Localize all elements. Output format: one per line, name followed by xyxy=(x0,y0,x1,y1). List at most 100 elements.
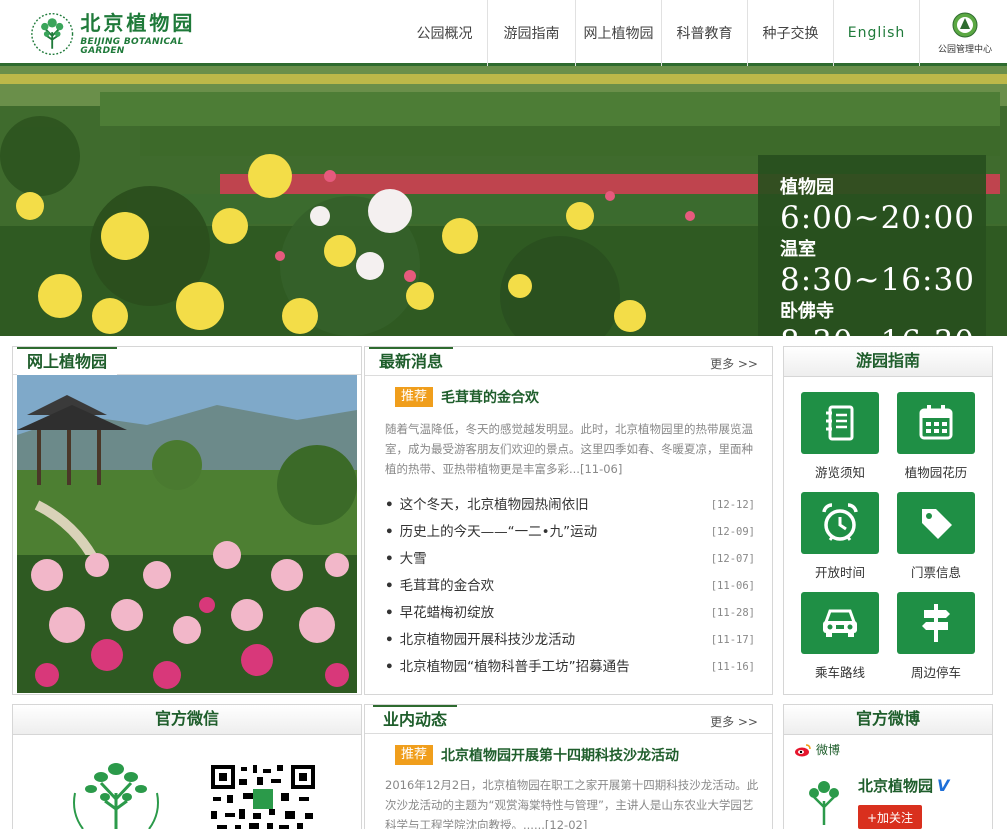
latest-news-title[interactable]: 最新消息 xyxy=(369,347,454,375)
online-garden-title[interactable]: 网上植物园 xyxy=(17,347,118,375)
panel-divider xyxy=(365,375,772,376)
news-feature-title[interactable]: 毛茸茸的金合欢 xyxy=(441,387,539,407)
news-list-item[interactable]: • 这个冬天，北京植物园热闹依旧 [12-12] xyxy=(385,492,755,519)
industry-feature-excerpt: 2016年12月2日，北京植物园在职工之家开展第十四期科技沙龙活动。此次沙龙活动… xyxy=(385,778,759,829)
news-more-link[interactable]: 更多 >> xyxy=(710,355,758,372)
follow-button[interactable]: +加关注 xyxy=(858,805,922,829)
weibo-icon xyxy=(795,743,811,756)
nav-online-garden[interactable]: 网上植物园 xyxy=(576,0,662,66)
industry-news-panel: 业内动态 更多 >> 推荐 北京植物园开展第十四期科技沙龙活动 2016年12月… xyxy=(364,704,773,829)
news-item-title[interactable]: 历史上的今天——“一二•九”运动 xyxy=(400,524,597,540)
guide-button[interactable] xyxy=(801,392,879,454)
guide-button[interactable] xyxy=(897,492,975,554)
nav-visit-guide[interactable]: 游园指南 xyxy=(488,0,576,66)
tree-logo-icon xyxy=(31,12,74,56)
guide-label[interactable]: 乘车路线 xyxy=(815,662,865,681)
nav-park-overview[interactable]: 公园概况 xyxy=(402,0,488,66)
official-wechat-panel: 官方微信 xyxy=(12,704,362,829)
news-list-item[interactable]: • 历史上的今天——“一二•九”运动 [12-09] xyxy=(385,519,755,546)
news-item-date: [11-06] xyxy=(710,580,755,592)
news-item-date: [11-17] xyxy=(710,634,755,646)
hero-banner[interactable]: 植物园 6:00~20:00 温室 8:30~16:30 卧佛寺 8:30~16… xyxy=(0,66,1007,336)
guide-button[interactable] xyxy=(897,392,975,454)
weibo-avatar[interactable] xyxy=(796,775,852,829)
logo-title-en: BEIJING BOTANICAL GARDEN xyxy=(80,36,184,56)
nav-science-education[interactable]: 科普教育 xyxy=(662,0,748,66)
list-bullet: • xyxy=(385,632,394,648)
hours-time-garden: 6:00~20:00 xyxy=(780,200,975,236)
official-weibo-panel: 官方微博 微博 北京植物园 V +加关注 xyxy=(783,704,993,829)
guide-label[interactable]: 植物园花历 xyxy=(905,462,968,481)
recommend-tag: 推荐 xyxy=(395,387,434,407)
guide-item-nearby-parking[interactable]: 周边停车 xyxy=(897,592,975,692)
guide-button[interactable] xyxy=(897,592,975,654)
industry-feature[interactable]: 推荐 北京植物园开展第十四期科技沙龙活动 xyxy=(395,745,679,765)
guide-item-bus-route[interactable]: 乘车路线 xyxy=(801,592,879,692)
industry-feature-title[interactable]: 北京植物园开展第十四期科技沙龙活动 xyxy=(441,745,679,765)
car-icon xyxy=(823,609,857,637)
hours-label-greenhouse: 温室 xyxy=(780,239,816,260)
hours-time-wofo-temple: 8:30~16:30 xyxy=(780,323,986,336)
guide-item-visit-notice[interactable]: 游览须知 xyxy=(801,392,879,492)
official-wechat-title: 官方微信 xyxy=(13,705,361,735)
guide-button[interactable] xyxy=(801,592,879,654)
guide-item-flower-calendar[interactable]: 植物园花历 xyxy=(897,392,975,492)
news-list-item[interactable]: • 北京植物园“植物科普手工坊”招募通告 [11-16] xyxy=(385,654,755,681)
visit-guide-title: 游园指南 xyxy=(784,347,992,377)
news-item-date: [11-16] xyxy=(710,661,755,673)
latest-news-panel: 最新消息 更多 >> 推荐 毛茸茸的金合欢 随着气温降低，冬天的感觉越发明显。此… xyxy=(364,346,773,695)
opening-hours-box: 植物园 6:00~20:00 温室 8:30~16:30 卧佛寺 8:30~16… xyxy=(758,155,986,336)
online-garden-panel: 网上植物园 xyxy=(12,346,362,695)
industry-news-title[interactable]: 业内动态 xyxy=(373,705,458,733)
notebook-icon xyxy=(826,405,854,441)
guide-item-ticket-info[interactable]: 门票信息 xyxy=(897,492,975,592)
news-item-date: [11-28] xyxy=(710,607,755,619)
guide-button[interactable] xyxy=(801,492,879,554)
list-bullet: • xyxy=(385,497,394,513)
list-bullet: • xyxy=(385,551,394,567)
guide-label[interactable]: 门票信息 xyxy=(911,562,961,581)
weibo-brand-label: 微博 xyxy=(816,743,841,757)
official-weibo-title: 官方微博 xyxy=(784,705,992,735)
guide-item-opening-hours[interactable]: 开放时间 xyxy=(801,492,879,592)
main-nav: 公园概况 游园指南 网上植物园 科普教育 种子交换 English 公园管理中心 xyxy=(402,0,1007,66)
park-admin-label: 公园管理中心 xyxy=(937,44,992,55)
industry-more-link[interactable]: 更多 >> xyxy=(710,713,758,730)
nav-seed-exchange[interactable]: 种子交换 xyxy=(748,0,834,66)
list-bullet: • xyxy=(385,659,394,675)
visit-guide-panel: 游园指南 游览须知 植物园花历 开放时间 门票信息 乘车路线 周边停车 xyxy=(783,346,993,695)
guide-label[interactable]: 开放时间 xyxy=(815,562,865,581)
news-list-item[interactable]: • 北京植物园开展科技沙龙活动 [11-17] xyxy=(385,627,755,654)
verified-v-icon: V xyxy=(937,776,950,795)
news-feature[interactable]: 推荐 毛茸茸的金合欢 xyxy=(395,387,539,407)
wechat-qr-code[interactable] xyxy=(209,763,317,829)
list-bullet: • xyxy=(385,605,394,621)
list-bullet: • xyxy=(385,524,394,540)
news-item-date: [12-09] xyxy=(710,526,755,538)
nav-park-admin[interactable]: 公园管理中心 xyxy=(920,0,1007,66)
news-item-title[interactable]: 这个冬天，北京植物园热闹依旧 xyxy=(400,497,589,513)
weibo-brand[interactable]: 微博 xyxy=(794,741,840,758)
signpost-icon xyxy=(922,604,950,642)
hours-time-greenhouse: 8:30~16:30 xyxy=(780,262,975,298)
news-item-date: [12-12] xyxy=(710,499,755,511)
news-list-item[interactable]: • 早花蜡梅初绽放 [11-28] xyxy=(385,600,755,627)
site-logo[interactable]: 北京植物园 BEIJING BOTANICAL GARDEN xyxy=(30,10,220,58)
news-item-title[interactable]: 大雪 xyxy=(400,551,427,567)
ticket-tag-icon xyxy=(922,509,952,539)
weibo-account[interactable]: 北京植物园 V xyxy=(858,775,949,796)
news-list-item[interactable]: • 毛茸茸的金合欢 [11-06] xyxy=(385,573,755,600)
news-item-title[interactable]: 北京植物园“植物科普手工坊”招募通告 xyxy=(400,659,630,675)
news-item-title[interactable]: 北京植物园开展科技沙龙活动 xyxy=(400,632,576,648)
pavilion-peony-photo[interactable] xyxy=(17,375,357,693)
guide-label[interactable]: 周边停车 xyxy=(911,662,961,681)
alarm-clock-icon xyxy=(822,503,858,541)
guide-label[interactable]: 游览须知 xyxy=(815,462,865,481)
news-list: • 这个冬天，北京植物园热闹依旧 [12-12] • 历史上的今天——“一二•九”运动… xyxy=(385,492,755,681)
news-list-item[interactable]: • 大雪 [12-07] xyxy=(385,546,755,573)
weibo-account-name[interactable]: 北京植物园 xyxy=(858,775,933,796)
news-item-title[interactable]: 毛茸茸的金合欢 xyxy=(400,578,495,594)
park-admin-logo-icon xyxy=(952,12,978,37)
nav-english[interactable]: English xyxy=(834,0,920,66)
news-item-title[interactable]: 早花蜡梅初绽放 xyxy=(400,605,495,621)
